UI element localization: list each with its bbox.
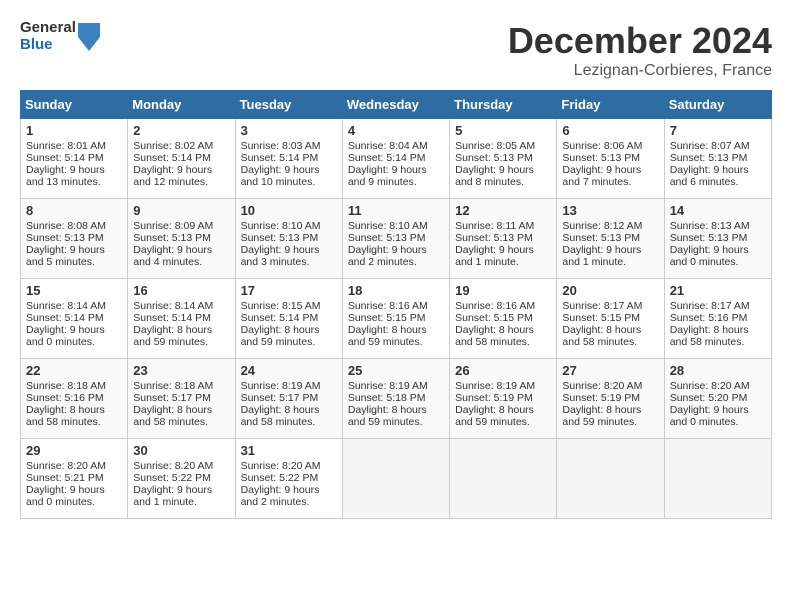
calendar-cell: 29Sunrise: 8:20 AMSunset: 5:21 PMDayligh… (21, 439, 128, 519)
calendar-cell: 6Sunrise: 8:06 AMSunset: 5:13 PMDaylight… (557, 119, 664, 199)
calendar-cell: 7Sunrise: 8:07 AMSunset: 5:13 PMDaylight… (664, 119, 771, 199)
col-tuesday: Tuesday (235, 91, 342, 119)
calendar-cell: 20Sunrise: 8:17 AMSunset: 5:15 PMDayligh… (557, 279, 664, 359)
calendar-cell: 12Sunrise: 8:11 AMSunset: 5:13 PMDayligh… (450, 199, 557, 279)
col-sunday: Sunday (21, 91, 128, 119)
calendar-cell: 18Sunrise: 8:16 AMSunset: 5:15 PMDayligh… (342, 279, 449, 359)
calendar-cell (557, 439, 664, 519)
calendar-cell: 9Sunrise: 8:09 AMSunset: 5:13 PMDaylight… (128, 199, 235, 279)
calendar-cell (450, 439, 557, 519)
logo-chevron-icon (78, 23, 100, 51)
calendar-week-4: 22Sunrise: 8:18 AMSunset: 5:16 PMDayligh… (21, 359, 772, 439)
logo: General Blue (20, 20, 100, 53)
month-title: December 2024 (508, 20, 772, 62)
col-friday: Friday (557, 91, 664, 119)
calendar-cell: 25Sunrise: 8:19 AMSunset: 5:18 PMDayligh… (342, 359, 449, 439)
calendar-cell: 26Sunrise: 8:19 AMSunset: 5:19 PMDayligh… (450, 359, 557, 439)
calendar-cell: 14Sunrise: 8:13 AMSunset: 5:13 PMDayligh… (664, 199, 771, 279)
calendar-week-1: 1Sunrise: 8:01 AMSunset: 5:14 PMDaylight… (21, 119, 772, 199)
calendar-cell: 19Sunrise: 8:16 AMSunset: 5:15 PMDayligh… (450, 279, 557, 359)
calendar-cell (664, 439, 771, 519)
calendar-cell: 31Sunrise: 8:20 AMSunset: 5:22 PMDayligh… (235, 439, 342, 519)
col-wednesday: Wednesday (342, 91, 449, 119)
calendar-cell: 23Sunrise: 8:18 AMSunset: 5:17 PMDayligh… (128, 359, 235, 439)
calendar-table: Sunday Monday Tuesday Wednesday Thursday… (20, 90, 772, 519)
calendar-week-2: 8Sunrise: 8:08 AMSunset: 5:13 PMDaylight… (21, 199, 772, 279)
calendar-cell: 10Sunrise: 8:10 AMSunset: 5:13 PMDayligh… (235, 199, 342, 279)
col-monday: Monday (128, 91, 235, 119)
calendar-week-3: 15Sunrise: 8:14 AMSunset: 5:14 PMDayligh… (21, 279, 772, 359)
calendar-cell: 1Sunrise: 8:01 AMSunset: 5:14 PMDaylight… (21, 119, 128, 199)
calendar-cell: 5Sunrise: 8:05 AMSunset: 5:13 PMDaylight… (450, 119, 557, 199)
calendar-cell: 11Sunrise: 8:10 AMSunset: 5:13 PMDayligh… (342, 199, 449, 279)
title-block: December 2024 Lezignan-Corbieres, France (508, 20, 772, 80)
calendar-cell: 8Sunrise: 8:08 AMSunset: 5:13 PMDaylight… (21, 199, 128, 279)
page-header: General Blue December 2024 Lezignan-Corb… (20, 20, 772, 80)
calendar-cell: 17Sunrise: 8:15 AMSunset: 5:14 PMDayligh… (235, 279, 342, 359)
calendar-cell: 2Sunrise: 8:02 AMSunset: 5:14 PMDaylight… (128, 119, 235, 199)
calendar-cell (342, 439, 449, 519)
calendar-cell: 13Sunrise: 8:12 AMSunset: 5:13 PMDayligh… (557, 199, 664, 279)
calendar-cell: 16Sunrise: 8:14 AMSunset: 5:14 PMDayligh… (128, 279, 235, 359)
calendar-cell: 22Sunrise: 8:18 AMSunset: 5:16 PMDayligh… (21, 359, 128, 439)
calendar-cell: 27Sunrise: 8:20 AMSunset: 5:19 PMDayligh… (557, 359, 664, 439)
col-thursday: Thursday (450, 91, 557, 119)
header-row: Sunday Monday Tuesday Wednesday Thursday… (21, 91, 772, 119)
calendar-cell: 24Sunrise: 8:19 AMSunset: 5:17 PMDayligh… (235, 359, 342, 439)
calendar-cell: 30Sunrise: 8:20 AMSunset: 5:22 PMDayligh… (128, 439, 235, 519)
calendar-cell: 3Sunrise: 8:03 AMSunset: 5:14 PMDaylight… (235, 119, 342, 199)
calendar-cell: 21Sunrise: 8:17 AMSunset: 5:16 PMDayligh… (664, 279, 771, 359)
calendar-week-5: 29Sunrise: 8:20 AMSunset: 5:21 PMDayligh… (21, 439, 772, 519)
col-saturday: Saturday (664, 91, 771, 119)
calendar-cell: 4Sunrise: 8:04 AMSunset: 5:14 PMDaylight… (342, 119, 449, 199)
location: Lezignan-Corbieres, France (508, 62, 772, 80)
calendar-cell: 28Sunrise: 8:20 AMSunset: 5:20 PMDayligh… (664, 359, 771, 439)
calendar-cell: 15Sunrise: 8:14 AMSunset: 5:14 PMDayligh… (21, 279, 128, 359)
